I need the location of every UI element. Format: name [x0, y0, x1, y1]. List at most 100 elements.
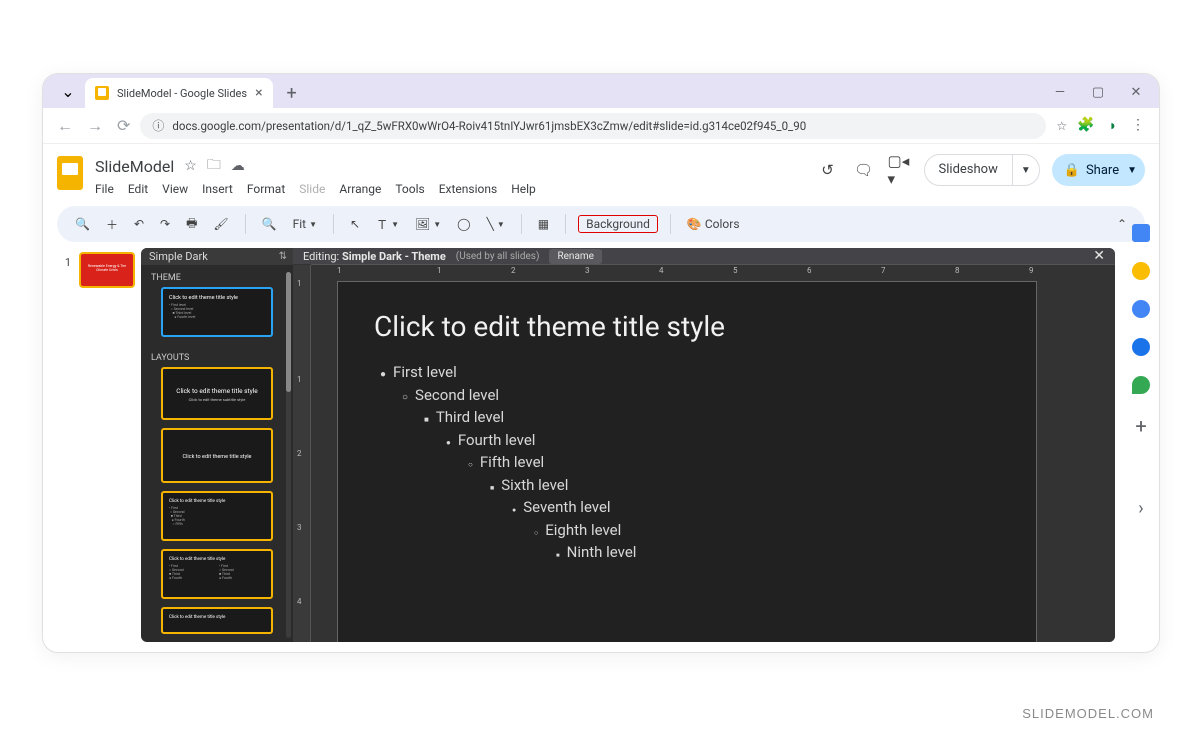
- close-editor-icon[interactable]: ✕: [1093, 248, 1105, 264]
- maximize-icon[interactable]: ▢: [1089, 85, 1107, 100]
- side-panel-collapse-icon[interactable]: ›: [1138, 498, 1143, 519]
- vertical-ruler[interactable]: 1 1 2 3 4: [293, 265, 311, 642]
- forward-icon[interactable]: →: [87, 116, 103, 136]
- zoom-select[interactable]: Fit ▼: [289, 215, 321, 233]
- select-tool-icon[interactable]: ↖: [346, 215, 364, 233]
- document-title[interactable]: SlideModel: [95, 157, 174, 176]
- menu-format[interactable]: Format: [247, 182, 285, 196]
- placeholder-icon[interactable]: ▦: [534, 215, 553, 233]
- app-header: SlideModel ☆ 🗀 ☁ File Edit View Insert F…: [43, 144, 1159, 196]
- zoom-to-fit-icon[interactable]: 🔍: [258, 215, 281, 233]
- slideshow-button[interactable]: Slideshow ▼: [924, 154, 1040, 186]
- new-slide-icon[interactable]: ＋: [102, 214, 122, 235]
- undo-icon[interactable]: ↶: [130, 215, 148, 233]
- tab-search-chevron-icon[interactable]: ⌄: [57, 80, 79, 102]
- colors-button[interactable]: 🎨 Colors: [683, 215, 744, 233]
- contacts-icon[interactable]: [1132, 338, 1150, 356]
- close-window-icon[interactable]: ✕: [1127, 85, 1145, 100]
- address-bar[interactable]: ⓘ docs.google.com/presentation/d/1_qZ_5w…: [140, 113, 1046, 139]
- search-menus-icon[interactable]: 🔍: [71, 215, 94, 233]
- layout-thumb[interactable]: Click to edit theme title style • First …: [161, 491, 273, 541]
- ruler-tick: 1: [337, 266, 342, 275]
- menu-tools[interactable]: Tools: [395, 182, 424, 196]
- menu-help[interactable]: Help: [511, 182, 536, 196]
- bookmark-star-icon[interactable]: ☆: [1056, 119, 1067, 133]
- browser-menu-icon[interactable]: ⋮: [1131, 117, 1145, 134]
- editing-label: Editing: Simple Dark - Theme: [303, 250, 446, 263]
- menu-view[interactable]: View: [162, 182, 188, 196]
- slide-canvas[interactable]: Click to edit theme title style First le…: [337, 281, 1037, 642]
- slideshow-dropdown-icon[interactable]: ▼: [1013, 165, 1039, 176]
- ruler-tick: 6: [807, 266, 812, 275]
- history-icon[interactable]: ↺: [816, 158, 840, 182]
- back-icon[interactable]: ←: [57, 116, 73, 136]
- theme-editor: Editing: Simple Dark - Theme (Used by al…: [293, 248, 1115, 642]
- tasks-icon[interactable]: [1132, 300, 1150, 318]
- reload-icon[interactable]: ⟳: [117, 116, 130, 136]
- share-dropdown-icon[interactable]: ▼: [1127, 165, 1137, 176]
- menu-arrange[interactable]: Arrange: [339, 182, 381, 196]
- level-2: Second level: [415, 386, 499, 404]
- slides-logo-icon[interactable]: [57, 156, 83, 190]
- background-button[interactable]: Background: [578, 215, 658, 233]
- palette-icon: 🎨: [687, 217, 702, 231]
- slide-number: 1: [57, 256, 71, 269]
- image-tool-icon[interactable]: 🖼▼: [411, 215, 445, 233]
- main-area: 1 Renewable Energy & The Climate Crisis …: [43, 248, 1159, 642]
- tab-title: SlideModel - Google Slides: [117, 87, 247, 100]
- line-tool-icon[interactable]: ╲▼: [483, 215, 509, 233]
- theme-scrollbar[interactable]: [286, 272, 291, 638]
- paint-format-icon[interactable]: 🖌: [209, 215, 232, 233]
- thumb-lines: • First○ Second■ Third● Fourth• First○ S…: [169, 564, 265, 580]
- tab-close-icon[interactable]: ×: [255, 85, 262, 101]
- menu-file[interactable]: File: [95, 182, 114, 196]
- level-4: Fourth level: [458, 431, 536, 449]
- layout-thumb[interactable]: Click to edit theme title style • First○…: [161, 549, 273, 599]
- redo-icon[interactable]: ↷: [156, 215, 174, 233]
- cloud-status-icon[interactable]: ☁: [231, 158, 245, 174]
- horizontal-ruler[interactable]: 1 1 2 3 4 5 6 7 8 9: [311, 264, 1115, 265]
- rename-button[interactable]: Rename: [549, 249, 602, 264]
- scrollbar-thumb[interactable]: [286, 272, 291, 392]
- meet-icon[interactable]: ▢◂ ▾: [888, 158, 912, 182]
- keep-icon[interactable]: [1132, 262, 1150, 280]
- ruler-tick: 2: [297, 449, 302, 458]
- extensions-icon[interactable]: 🧩: [1077, 117, 1094, 134]
- slide-title[interactable]: Click to edit theme title style: [374, 310, 1000, 343]
- layout-thumb[interactable]: Click to edit theme title style: [161, 428, 273, 482]
- browser-tab[interactable]: SlideModel - Google Slides ×: [85, 78, 273, 108]
- menu-insert[interactable]: Insert: [202, 182, 233, 196]
- site-info-icon[interactable]: ⓘ: [152, 117, 164, 134]
- url-text: docs.google.com/presentation/d/1_qZ_5wFR…: [172, 119, 806, 133]
- textbox-tool-icon[interactable]: Ｔ▼: [372, 214, 403, 235]
- share-button[interactable]: 🔒 Share ▼: [1052, 154, 1145, 186]
- shape-tool-icon[interactable]: ◯: [453, 215, 474, 233]
- slides-favicon-icon: [95, 86, 109, 100]
- toolbar-divider: [521, 214, 522, 234]
- menu-edit[interactable]: Edit: [128, 182, 148, 196]
- new-tab-button[interactable]: +: [279, 80, 305, 106]
- canvas-area[interactable]: Click to edit theme title style First le…: [311, 265, 1115, 642]
- thumb-lines: • First ○ Second ■ Third ● Fourth ○ Fift…: [169, 506, 265, 526]
- thumb-title: Click to edit theme title style: [169, 557, 265, 562]
- print-icon[interactable]: 🖶: [182, 212, 201, 237]
- calendar-icon[interactable]: [1132, 224, 1150, 242]
- level-9: Ninth level: [567, 543, 637, 561]
- toolbar-divider: [245, 214, 246, 234]
- theme-panel-menu-icon[interactable]: ⇅: [279, 251, 287, 262]
- comments-icon[interactable]: 🗨: [852, 158, 876, 182]
- profile-icon[interactable]: ◗: [1109, 117, 1117, 134]
- theme-section-label: THEME: [141, 265, 293, 287]
- slide-body[interactable]: First level Second level Third level Fou…: [374, 361, 1000, 564]
- layout-thumb[interactable]: Click to edit theme title style Click to…: [161, 367, 273, 420]
- maps-icon[interactable]: [1132, 376, 1150, 394]
- move-icon[interactable]: 🗀: [207, 154, 221, 178]
- theme-master-thumb[interactable]: Click to edit theme title style • First …: [161, 287, 273, 337]
- minimize-icon[interactable]: —: [1051, 85, 1069, 100]
- ruler-tick: 4: [659, 266, 664, 275]
- layout-thumb[interactable]: Click to edit theme title style: [161, 607, 273, 634]
- menu-extensions[interactable]: Extensions: [439, 182, 497, 196]
- addons-plus-icon[interactable]: +: [1135, 414, 1146, 438]
- slide-thumbnail[interactable]: Renewable Energy & The Climate Crisis: [79, 252, 135, 288]
- star-icon[interactable]: ☆: [184, 158, 197, 174]
